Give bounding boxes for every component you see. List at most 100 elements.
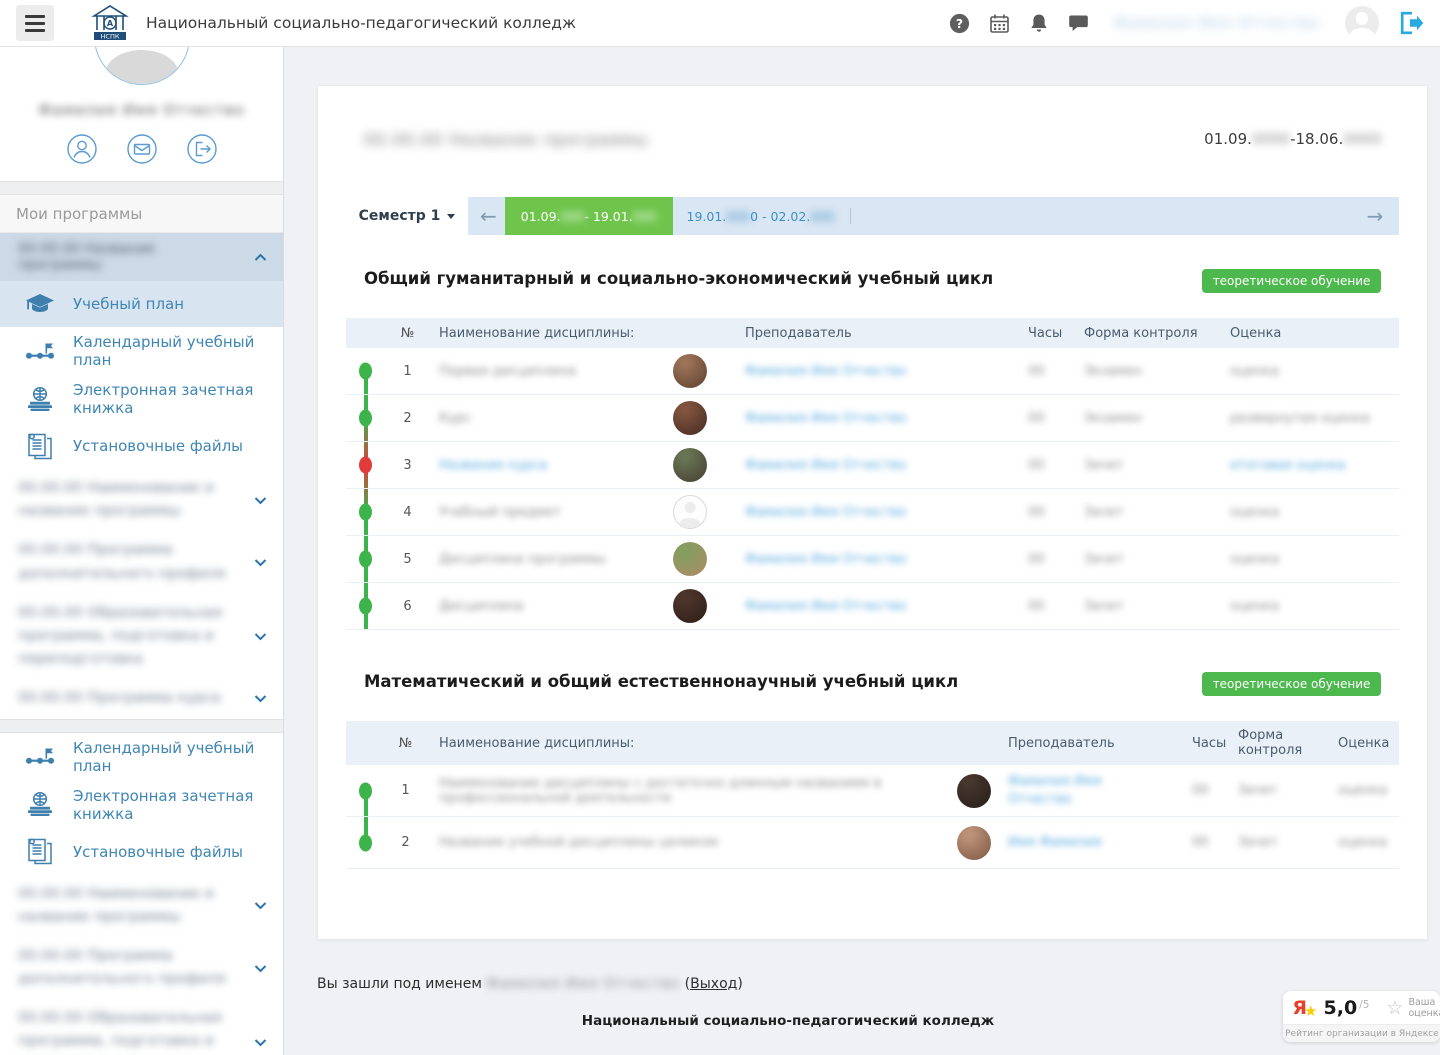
table-row: 2Название учебной дисциплины целикомИмя … (346, 817, 1399, 869)
teacher-name[interactable]: Фамилия Имя Отчество (745, 364, 1028, 379)
teacher-avatar[interactable] (673, 401, 707, 435)
teacher-name-text[interactable]: Фамилия Имя Отчество (745, 599, 906, 614)
teacher-name-text[interactable]: Фамилия Имя Отчество (745, 505, 906, 520)
chevron-down-icon (254, 558, 267, 567)
logout-link[interactable]: Выход (690, 976, 737, 992)
control-form: Зачет (1084, 458, 1230, 473)
teacher-name-text[interactable]: Фамилия Имя Отчество (745, 411, 906, 426)
menu-button[interactable] (16, 5, 54, 41)
table-row: 1Первая дисциплинаФамилия Имя Отчество00… (346, 348, 1399, 395)
col-grade: Оценка (1230, 326, 1399, 341)
teacher-avatar[interactable] (673, 589, 707, 623)
teacher-name[interactable]: Фамилия Имя Отчество (745, 599, 1028, 614)
teacher-name[interactable]: Фамилия Имя Отчество (745, 552, 1028, 567)
star-icon: ★ (1304, 1002, 1317, 1020)
your-rating-label[interactable]: Вашаоценка (1408, 997, 1440, 1019)
sidebar-program-collapsed[interactable]: 00.00.00 Образовательная программа, подг… (0, 594, 283, 680)
grade[interactable]: итоговая оценка (1230, 458, 1399, 473)
teacher-avatar[interactable] (957, 774, 991, 808)
program-name: 00.00.00 Программа курса (18, 687, 232, 710)
grade-text[interactable]: итоговая оценка (1230, 458, 1345, 473)
bell-icon[interactable] (1029, 13, 1049, 34)
hours: 00 (1028, 505, 1084, 520)
teacher-name-text[interactable]: Фамилия Имя Отчество (745, 552, 906, 567)
sidebar-item-gradebook[interactable]: Электронная зачетная книжка (0, 781, 283, 829)
sidebar-item-milestones[interactable]: Календарный учебный план (0, 327, 283, 375)
sidebar-program-collapsed[interactable]: 00.00.00 Программа курса (0, 679, 283, 718)
grade-text: оценка (1338, 835, 1387, 850)
teacher-avatar-cell (669, 542, 745, 576)
sidebar-item-grad-cap[interactable]: Учебный план (0, 281, 283, 327)
period-text: 000 (810, 209, 834, 224)
discipline-name[interactable]: Название курса (439, 458, 669, 473)
exit-icon[interactable] (187, 134, 217, 164)
teacher-name-text[interactable]: Фамилия Имя Отчество (1008, 773, 1123, 808)
college-logo[interactable]: А НСПК (90, 3, 130, 43)
semester-track: ← 01.09.000 - 19.01.00019.01.0000 - 02.0… (468, 197, 1399, 235)
table-header: №Наименование дисциплины:ПреподавательЧа… (346, 721, 1399, 765)
row-number: 3 (386, 458, 439, 473)
sidebar-item-files[interactable]: Установочные файлы (0, 829, 283, 875)
teacher-avatar[interactable] (673, 495, 707, 529)
teacher-name[interactable]: Имя Фамилия (1008, 834, 1192, 852)
sidebar-item-milestones[interactable]: Календарный учебный план (0, 733, 283, 781)
mail-icon[interactable] (127, 134, 157, 164)
sidebar-item-gradebook[interactable]: Электронная зачетная книжка (0, 375, 283, 423)
help-icon[interactable]: ? (949, 13, 970, 34)
teacher-name[interactable]: Фамилия Имя Отчество (745, 505, 1028, 520)
teacher-avatar[interactable] (673, 354, 707, 388)
table-row: 5Дисциплина программыФамилия Имя Отчеств… (346, 536, 1399, 583)
sidebar-program-collapsed[interactable]: 00.00.00 Наименование и название програм… (0, 469, 283, 531)
control-form-text: Зачет (1084, 458, 1124, 473)
current-user-name[interactable]: Фамилия Имя Отчество (1114, 14, 1320, 32)
teacher-name[interactable]: Фамилия Имя Отчество (1008, 773, 1192, 808)
teacher-name-text[interactable]: Фамилия Имя Отчество (745, 458, 906, 473)
timeline-cell (346, 536, 386, 582)
cycle-header: Математический и общий естественнонаучны… (346, 672, 1399, 696)
discipline-name-text: Дисциплина (439, 599, 524, 614)
sidebar-item-label: Установочные файлы (73, 437, 243, 455)
teacher-name-text[interactable]: Имя Фамилия (1008, 834, 1101, 852)
teacher-name[interactable]: Фамилия Имя Отчество (745, 458, 1028, 473)
teacher-name[interactable]: Фамилия Имя Отчество (745, 411, 1028, 426)
logout-icon[interactable] (1398, 11, 1424, 35)
discipline-name: Курс (439, 411, 669, 426)
chevron-down-icon (447, 214, 455, 219)
sidebar-item-files[interactable]: Установочные файлы (0, 423, 283, 469)
discipline-name-text: Название учебной дисциплины целиком (439, 835, 718, 850)
sidebar-program-header-expanded[interactable]: 00.00.00 Название программы (0, 233, 283, 281)
calendar-icon[interactable] (989, 13, 1010, 34)
sidebar-program-collapsed[interactable]: 00.00.00 Образовательная программа, подг… (0, 999, 283, 1055)
table-header: №Наименование дисциплины:ПреподавательЧа… (346, 318, 1399, 348)
yandex-rating-widget[interactable]: Я ★ 5,0 /5 ☆ Вашаоценка Рейтинг организа… (1283, 991, 1440, 1042)
semester-select[interactable]: Семестр 1 (346, 197, 468, 235)
prev-period-arrow[interactable]: ← (480, 206, 497, 226)
teacher-avatar[interactable] (673, 542, 707, 576)
sidebar-program-collapsed[interactable]: 00.00.00 Программа дополнительного профи… (0, 531, 283, 593)
profile-icon[interactable] (67, 134, 97, 164)
period-text: 01.09. (521, 209, 561, 224)
sidebar-program-collapsed[interactable]: 00.00.00 Программа дополнительного профи… (0, 937, 283, 999)
discipline-name-text: Наименование дисциплины с достаточно дли… (439, 776, 881, 806)
chat-icon[interactable] (1068, 13, 1089, 33)
photo (673, 542, 707, 576)
discipline-name-text[interactable]: Название курса (439, 458, 547, 473)
status-dot-green (359, 782, 372, 799)
disciplines-table: №Наименование дисциплины:ПреподавательЧа… (346, 318, 1399, 630)
sidebar-program-collapsed[interactable]: 00.00.00 Наименование и название програм… (0, 875, 283, 937)
teacher-name-text[interactable]: Фамилия Имя Отчество (745, 364, 906, 379)
hours: 00 (1028, 364, 1084, 379)
grade: оценка (1230, 552, 1399, 567)
hours-text: 00 (1028, 411, 1045, 426)
avatar[interactable] (1345, 6, 1379, 40)
control-form-text: Зачет (1238, 783, 1278, 798)
next-period-arrow[interactable]: → (1367, 206, 1384, 226)
hours-text: 00 (1028, 505, 1045, 520)
empty-star-icon[interactable]: ☆ (1386, 999, 1403, 1018)
teacher-avatar[interactable] (673, 448, 707, 482)
profile-avatar[interactable] (94, 47, 190, 85)
semester-period-tab[interactable]: 01.09.000 - 19.01.000 (505, 197, 673, 235)
teacher-avatar[interactable] (957, 826, 991, 860)
chevron-down-icon (254, 632, 267, 641)
semester-period-tab[interactable]: 19.01.0000 - 02.02.000 (673, 209, 849, 224)
